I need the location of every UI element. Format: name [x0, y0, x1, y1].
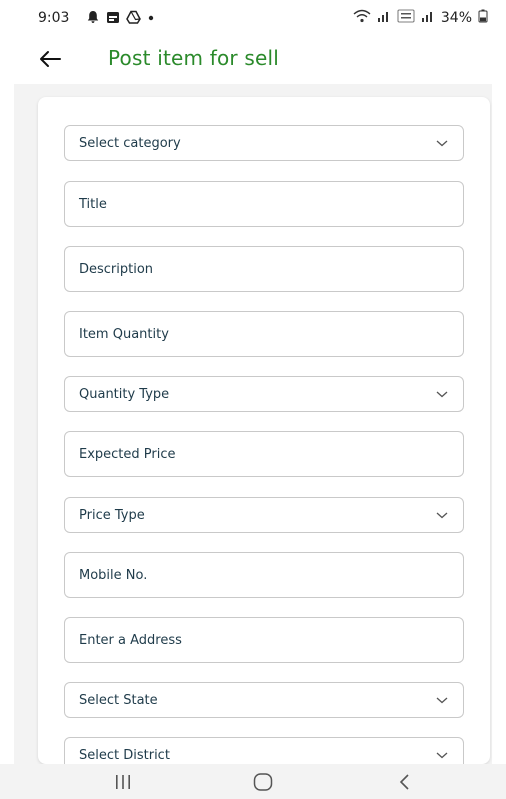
field-label: Mobile No. [79, 568, 148, 583]
expected-price-input[interactable]: Expected Price [64, 431, 464, 477]
dot-icon [147, 9, 155, 28]
select-category-dropdown[interactable]: Select category [64, 125, 464, 161]
battery-percent: 34% [440, 10, 472, 26]
back-button[interactable] [36, 44, 64, 74]
address-input[interactable]: Enter a Address [64, 617, 464, 663]
quantity-type-dropdown[interactable]: Quantity Type [64, 376, 464, 412]
chevron-down-icon [436, 752, 448, 759]
field-label: Description [79, 262, 154, 277]
back-nav-button[interactable] [390, 770, 420, 794]
field-label: Item Quantity [79, 327, 169, 342]
title-input[interactable]: Title [64, 181, 464, 227]
page-title: Post item for sell [108, 46, 280, 70]
signal-icon [421, 9, 435, 27]
volte-icon [397, 9, 415, 27]
home-button[interactable] [248, 770, 278, 794]
price-type-dropdown[interactable]: Price Type [64, 497, 464, 533]
recents-button[interactable] [108, 770, 138, 794]
field-label: Price Type [79, 508, 145, 523]
field-label: Select District [79, 748, 170, 763]
status-left-icons [86, 9, 155, 28]
system-nav-bar [0, 764, 506, 799]
field-label: Select State [79, 693, 158, 708]
field-label: Quantity Type [79, 387, 170, 402]
drive-icon [126, 9, 141, 28]
arrow-left-icon [40, 51, 61, 67]
mobile-number-input[interactable]: Mobile No. [64, 552, 464, 598]
item-quantity-input[interactable]: Item Quantity [64, 311, 464, 357]
description-input[interactable]: Description [64, 246, 464, 292]
back-nav-icon [399, 774, 409, 790]
recents-icon [116, 775, 130, 789]
chevron-down-icon [436, 512, 448, 519]
status-bar: 9:03 34% [0, 0, 506, 40]
notification-icon [86, 9, 100, 28]
select-state-dropdown[interactable]: Select State [64, 682, 464, 718]
chevron-down-icon [436, 391, 448, 398]
wifi-icon [353, 9, 371, 27]
field-label: Select category [79, 136, 181, 151]
select-district-dropdown[interactable]: Select District [64, 737, 464, 764]
field-label: Expected Price [79, 447, 176, 462]
status-right: 34% [353, 9, 488, 27]
calendar-icon [106, 9, 120, 28]
app-bar: Post item for sell [0, 40, 506, 82]
chevron-down-icon [436, 140, 448, 147]
home-icon [253, 773, 273, 791]
post-item-form: Select category Title Description Item Q… [38, 97, 490, 764]
status-time: 9:03 [38, 10, 70, 26]
field-label: Enter a Address [79, 633, 182, 648]
field-label: Title [79, 197, 107, 212]
signal-icon [377, 9, 391, 27]
chevron-down-icon [436, 697, 448, 704]
battery-icon [478, 9, 488, 27]
